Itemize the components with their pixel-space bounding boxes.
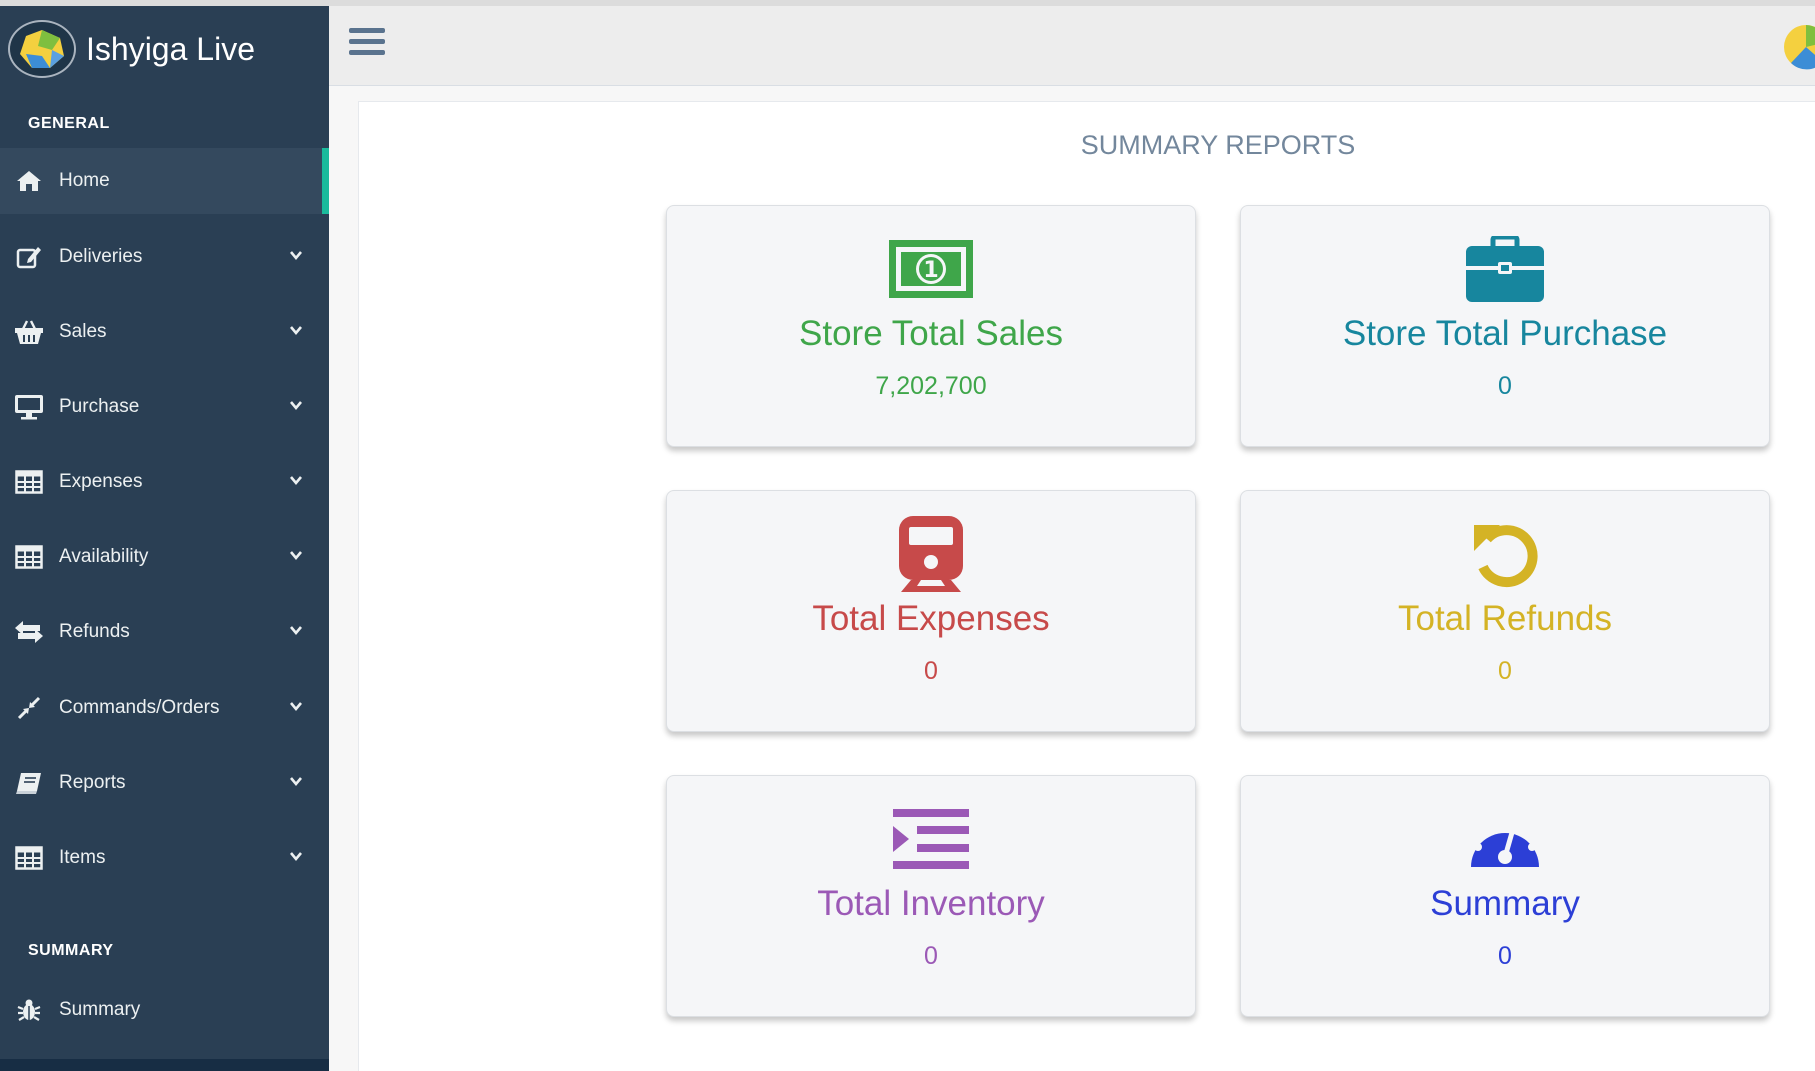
chevron-down-icon [290, 251, 302, 261]
sidebar-item-label: Refunds [59, 621, 130, 642]
card-total-expenses[interactable]: Total Expenses 0 [666, 490, 1196, 732]
top-strip [0, 0, 1815, 6]
sidebar-item-availability[interactable]: Availability [0, 524, 329, 590]
sidebar-item-label: Commands/Orders [59, 697, 220, 718]
card-title: Total Refunds [1397, 599, 1613, 638]
table-icon [14, 544, 44, 570]
brand[interactable]: Ishyiga Live [8, 20, 255, 78]
card-title: Store Total Purchase [1342, 314, 1668, 353]
card-value: 0 [924, 942, 938, 970]
card-title: Total Expenses [812, 599, 1050, 638]
menu-toggle-icon[interactable] [349, 28, 385, 62]
sidebar-item-label: Summary [59, 999, 141, 1020]
sidebar-item-reports[interactable]: Reports [0, 750, 329, 816]
undo-icon [1241, 521, 1769, 588]
table-icon [14, 845, 44, 871]
sidebar-item-purchase[interactable]: Purchase [0, 374, 329, 440]
card-title: Store Total Sales [799, 314, 1063, 353]
card-store-total-sales[interactable]: 1 Store Total Sales 7,202,700 [666, 205, 1196, 447]
chevron-down-icon [290, 626, 302, 636]
brand-title: Ishyiga Live [86, 30, 255, 67]
sidebar-item-refunds[interactable]: Refunds [0, 599, 329, 665]
user-avatar[interactable] [1783, 24, 1815, 70]
sidebar-item-items[interactable]: Items [0, 825, 329, 891]
dashboard-icon [1241, 806, 1769, 872]
book-icon [14, 770, 44, 796]
card-summary[interactable]: Summary 0 [1240, 775, 1770, 1017]
indent-icon [667, 806, 1195, 872]
sidebar-item-commands-orders[interactable]: Commands/Orders [0, 675, 329, 741]
card-value: 0 [924, 657, 938, 685]
compress-icon [14, 695, 44, 721]
chevron-down-icon [290, 551, 302, 561]
edit-icon [14, 244, 44, 270]
sidebar-item-expenses[interactable]: Expenses [0, 449, 329, 515]
chevron-down-icon [290, 401, 302, 411]
card-store-total-purchase[interactable]: Store Total Purchase 0 [1240, 205, 1770, 447]
sidebar-item-label: Expenses [59, 471, 143, 492]
exchange-icon [14, 619, 44, 645]
sidebar-item-deliveries[interactable]: Deliveries [0, 224, 329, 290]
card-title: Summary [1430, 884, 1580, 923]
bug-icon [14, 997, 44, 1023]
card-total-inventory[interactable]: Total Inventory 0 [666, 775, 1196, 1017]
chevron-down-icon [290, 702, 302, 712]
home-icon [14, 168, 44, 194]
card-value: 0 [1498, 942, 1512, 970]
chevron-down-icon [290, 852, 302, 862]
table-icon [14, 469, 44, 495]
card-value: 0 [1498, 657, 1512, 685]
sidebar-item-sales[interactable]: Sales [0, 299, 329, 365]
section-label-summary: SUMMARY [28, 942, 114, 959]
sidebar-item-label: Reports [59, 772, 126, 793]
chevron-down-icon [290, 777, 302, 787]
svg-text:1: 1 [923, 258, 938, 283]
top-nav [329, 6, 1815, 86]
basket-icon [14, 319, 44, 345]
sidebar-item-label: Purchase [59, 396, 140, 417]
page-title: SUMMARY REPORTS [1080, 130, 1356, 160]
sidebar-footer [0, 1059, 329, 1071]
sidebar-item-summary[interactable]: Summary [0, 977, 329, 1043]
chevron-down-icon [290, 476, 302, 486]
briefcase-icon [1241, 236, 1769, 302]
money-icon: 1 [667, 236, 1195, 302]
card-total-refunds[interactable]: Total Refunds 0 [1240, 490, 1770, 732]
desktop-icon [14, 394, 44, 420]
sidebar-item-label: Home [59, 170, 110, 191]
sidebar-item-label: Items [59, 847, 106, 868]
card-value: 7,202,700 [875, 372, 987, 400]
card-value: 0 [1498, 372, 1512, 400]
brand-logo-icon [8, 20, 76, 78]
sidebar-item-label: Availability [59, 546, 149, 567]
sidebar-item-label: Deliveries [59, 246, 143, 267]
card-title: Total Inventory [817, 884, 1045, 923]
chevron-down-icon [290, 326, 302, 336]
sidebar-item-label: Sales [59, 321, 107, 342]
train-icon [667, 516, 1195, 592]
